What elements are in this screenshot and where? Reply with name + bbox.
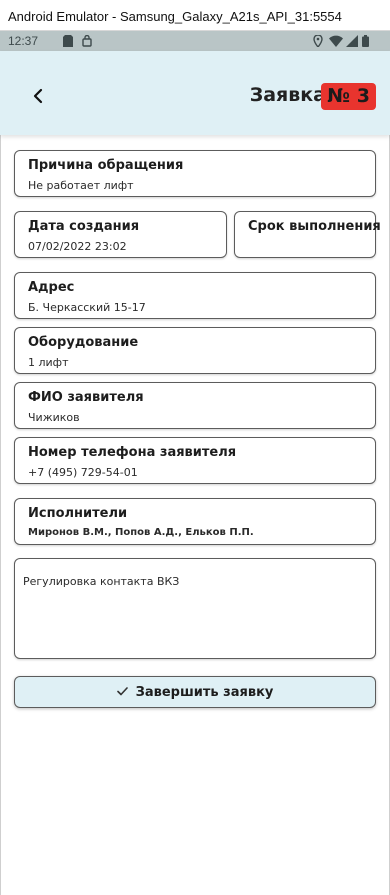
reason-field[interactable]: Причина обращения Не работает лифт xyxy=(14,150,376,197)
executors-value: Миронов В.М., Попов А.Д., Ельков П.П. xyxy=(28,527,254,538)
equipment-value: 1 лифт xyxy=(28,356,69,369)
status-time: 12:37 xyxy=(8,34,39,48)
applicant-phone-field[interactable]: Номер телефона заявителя +7 (495) 729-54… xyxy=(14,437,376,484)
comment-textarea[interactable]: Регулировка контакта ВКЗ xyxy=(14,558,376,659)
request-number-badge: № 3 xyxy=(321,83,376,110)
address-label: Адрес xyxy=(28,280,75,295)
sd-card-icon xyxy=(63,35,73,50)
window-title: Android Emulator - Samsung_Galaxy_A21s_A… xyxy=(0,0,390,31)
created-date-label: Дата создания xyxy=(28,219,140,234)
battery-icon xyxy=(362,35,369,50)
equipment-label: Оборудование xyxy=(28,335,139,350)
complete-request-label: Завершить заявку xyxy=(135,684,274,700)
deadline-label: Срок выполнения xyxy=(248,219,381,234)
reason-value: Не работает лифт xyxy=(28,179,134,192)
address-value: Б. Черкасский 15-17 xyxy=(28,301,146,314)
complete-request-button[interactable]: Завершить заявку xyxy=(14,676,376,708)
app-header: Заявка № 3 xyxy=(0,51,390,135)
checkmark-icon xyxy=(116,685,128,699)
back-button[interactable] xyxy=(26,84,50,112)
chevron-left-icon xyxy=(32,88,44,108)
created-date-field[interactable]: Дата создания 07/02/2022 23:02 xyxy=(14,211,227,258)
applicant-name-value: Чижиков xyxy=(28,411,80,424)
executors-label: Исполнители xyxy=(28,506,128,521)
applicant-name-label: ФИО заявителя xyxy=(28,390,144,405)
applicant-name-field[interactable]: ФИО заявителя Чижиков xyxy=(14,382,376,429)
wifi-icon xyxy=(329,35,343,50)
security-icon xyxy=(82,34,92,50)
location-icon xyxy=(313,34,323,50)
page-title: Заявка xyxy=(249,84,326,106)
applicant-phone-label: Номер телефона заявителя xyxy=(28,445,237,460)
address-field[interactable]: Адрес Б. Черкасский 15-17 xyxy=(14,272,376,319)
applicant-phone-value: +7 (495) 729-54-01 xyxy=(28,466,138,479)
created-date-value: 07/02/2022 23:02 xyxy=(28,240,127,253)
deadline-field[interactable]: Срок выполнения xyxy=(234,211,381,258)
equipment-field[interactable]: Оборудование 1 лифт xyxy=(14,327,376,374)
reason-label: Причина обращения xyxy=(28,158,184,173)
executors-field[interactable]: Исполнители Миронов В.М., Попов А.Д., Ел… xyxy=(14,498,376,545)
signal-icon xyxy=(346,35,358,50)
status-bar: 12:37 xyxy=(0,31,390,51)
